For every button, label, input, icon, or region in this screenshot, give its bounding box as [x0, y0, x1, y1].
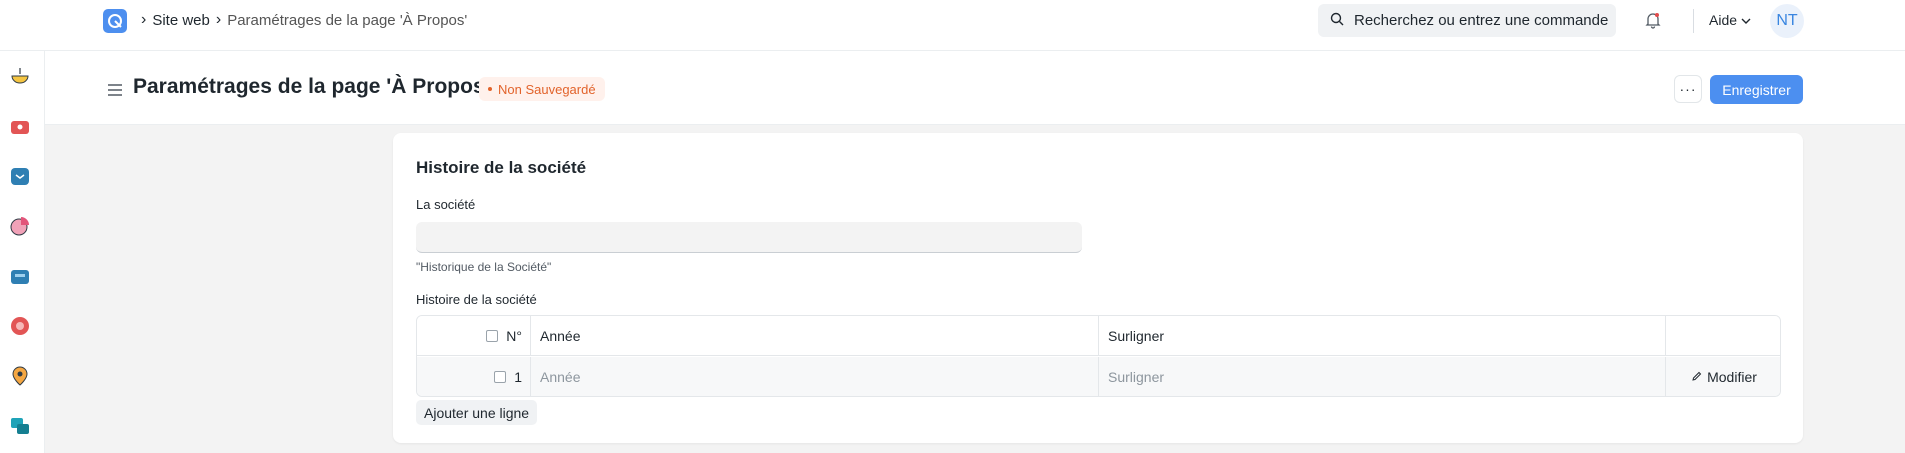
bowl-icon[interactable] — [9, 65, 31, 87]
header-cell-year: Année — [531, 316, 1099, 356]
row-checkbox[interactable] — [494, 371, 507, 383]
header-cell-highlight: Surligner — [1099, 316, 1666, 356]
edit-row-button[interactable]: Modifier — [1666, 357, 1780, 396]
help-label: Aide — [1709, 12, 1738, 28]
pie-chart-icon[interactable] — [9, 215, 31, 237]
menu-toggle-icon[interactable] — [107, 83, 123, 101]
divider — [1693, 9, 1694, 33]
sidebar — [0, 51, 45, 453]
form-section-card: Histoire de la société La société "Histo… — [393, 133, 1803, 443]
row-number-cell: 1 — [417, 357, 531, 396]
app-logo-icon[interactable] — [103, 9, 127, 33]
field-label: La société — [416, 197, 476, 212]
header-cell-number: N° — [417, 316, 531, 356]
select-all-checkbox[interactable] — [486, 330, 499, 342]
pencil-icon — [1691, 369, 1702, 385]
chevron-right-icon: › — [141, 11, 147, 28]
year-input[interactable]: Année — [531, 357, 1099, 396]
box-icon[interactable] — [9, 165, 31, 187]
status-dot-icon — [488, 87, 492, 91]
avatar[interactable]: NT — [1770, 4, 1804, 38]
chevron-right-icon: › — [215, 11, 222, 28]
help-dropdown[interactable]: Aide — [1709, 12, 1751, 28]
stack-icon[interactable] — [9, 415, 31, 437]
chevron-down-icon — [1741, 12, 1751, 28]
column-header: N° — [506, 328, 522, 344]
history-table: N° Année Surligner 1 Année Surligner Mod… — [416, 315, 1781, 397]
briefcase-icon[interactable] — [9, 265, 31, 287]
page-title: Paramétrages de la page 'À Propos' — [133, 75, 490, 98]
save-button[interactable]: Enregistrer — [1710, 75, 1803, 104]
edit-row-label: Modifier — [1707, 369, 1757, 385]
search-placeholder: Recherchez ou entrez une commande — [1354, 12, 1609, 29]
table-row: 1 Année Surligner Modifier — [417, 357, 1780, 396]
highlight-input[interactable]: Surligner — [1099, 357, 1666, 396]
toolbox-icon[interactable] — [9, 115, 31, 137]
field-description: "Historique de la Société" — [416, 260, 552, 274]
breadcrumb-site-web[interactable]: Site web — [152, 12, 210, 29]
section-title: Histoire de la société — [416, 158, 587, 177]
row-number: 1 — [514, 369, 522, 385]
status-badge-label: Non Sauvegardé — [498, 81, 596, 97]
table-header-row: N° Année Surligner — [417, 316, 1780, 356]
breadcrumb-current[interactable]: Paramétrages de la page 'À Propos' — [227, 12, 467, 29]
add-row-button[interactable]: Ajouter une ligne — [416, 400, 538, 425]
page-header: Paramétrages de la page 'À Propos' Non S… — [45, 51, 1905, 125]
breadcrumb: › Site web › Paramétrages de la page 'À … — [141, 11, 467, 29]
location-pin-icon[interactable] — [9, 365, 31, 387]
support-icon[interactable] — [9, 315, 31, 337]
more-actions-button[interactable]: ··· — [1674, 75, 1702, 103]
search-icon — [1330, 12, 1344, 30]
company-field[interactable] — [416, 222, 1082, 253]
notification-bell-icon[interactable] — [1645, 11, 1661, 34]
table-label: Histoire de la société — [416, 292, 537, 307]
search-bar[interactable]: Recherchez ou entrez une commande — [1318, 4, 1616, 37]
status-badge: Non Sauvegardé — [479, 77, 605, 101]
header-cell-actions — [1666, 316, 1780, 356]
top-navbar: › Site web › Paramétrages de la page 'À … — [0, 0, 1905, 51]
